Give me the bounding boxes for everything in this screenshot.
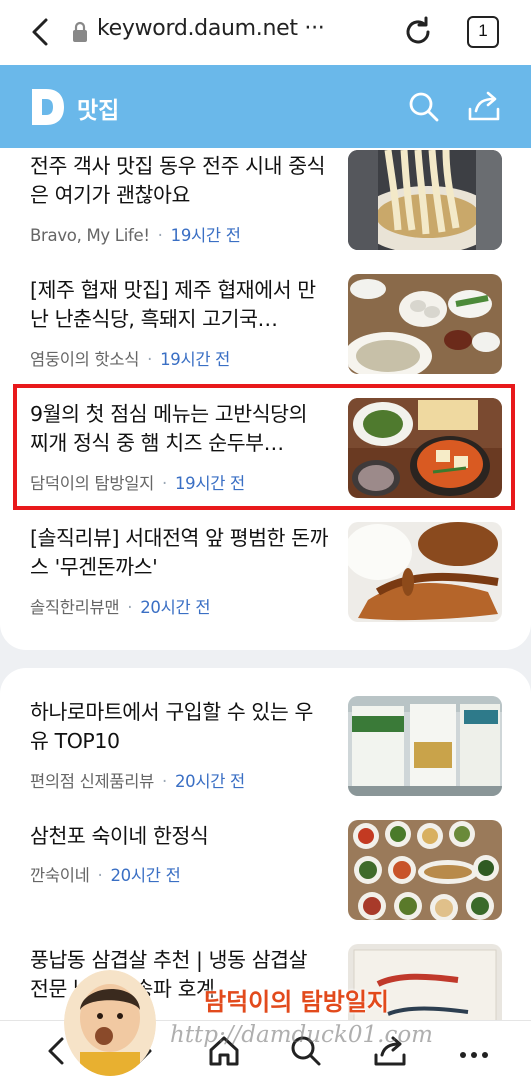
thumbnail-tonkatsu[interactable] [348,522,502,622]
article-meta: 솔직한리뷰맨 · 20시간 전 [30,594,211,618]
article-meta: 깐숙이네 · 20시간 전 [30,862,181,886]
article-time: 19시간 전 [170,226,241,245]
watermark-avatar [64,970,156,1076]
highlight-box [13,384,515,510]
article-headline[interactable]: 삼천포 숙이네 한정식 [30,822,330,851]
article-time: 20시간 전 [110,866,181,885]
more-icon[interactable] [456,1033,492,1069]
article-source: 깐숙이네 [30,866,90,885]
article-card-group: 하나로마트에서 구입할 수 있는 우유 TOP10 편의점 신제품리뷰 · 20시간… [0,668,531,1044]
list-item[interactable]: 하나로마트에서 구입할 수 있는 우유 TOP10 편의점 신제품리뷰 · 20시간… [0,696,531,822]
article-source: Bravo, My Life! [30,226,150,245]
separator-dot: · [162,772,167,791]
separator-dot: · [157,226,163,245]
article-time: 20시간 전 [174,772,245,791]
article-time: 20시간 전 [140,598,211,617]
separator-dot: · [97,866,103,885]
list-item[interactable]: [제주 협재 맛집] 제주 협재에서 만난 난춘식당, 흑돼지 고기국… 염둥이… [0,274,531,400]
article-headline[interactable]: [제주 협재 맛집] 제주 협재에서 만난 난춘식당, 흑돼지 고기국… [30,276,330,334]
article-headline[interactable]: 하나로마트에서 구입할 수 있는 우유 TOP10 [30,698,330,756]
article-time: 19시간 전 [160,350,231,369]
separator-dot: · [127,598,133,617]
article-source: 염둥이의 핫소식 [30,350,140,369]
watermark-text: 담덕이의 탐방일지 [204,988,389,1016]
article-headline[interactable]: 전주 객사 맛집 동우 전주 시내 중식은 여기가 괜찮아요 [30,152,330,210]
article-meta: 편의점 신제품리뷰 · 20시간 전 [30,768,245,792]
reload-icon[interactable] [400,14,436,50]
article-meta: 염둥이의 핫소식 · 19시간 전 [30,346,230,370]
separator-dot: · [147,350,153,369]
daum-header: 맛집 [0,65,531,148]
article-source: 솔직한리뷰맨 [30,598,120,617]
thumbnail-noodles[interactable] [348,150,502,250]
daum-logo[interactable] [30,87,66,127]
thumbnail-hanjeongsik[interactable] [348,820,502,920]
tabs-button[interactable]: 1 [467,16,499,48]
url-field[interactable]: keyword.daum.net ··· [97,16,325,41]
article-headline[interactable]: [솔직리뷰] 서대전역 앞 평범한 돈까스 '무겐돈까스' [30,524,330,582]
browser-toolbar: keyword.daum.net ··· 1 [0,0,531,65]
list-item[interactable]: 삼천포 숙이네 한정식 깐숙이네 · 20시간 전 [0,820,531,946]
page-title: 맛집 [77,98,120,124]
thumbnail-dumplings[interactable] [348,274,502,374]
article-source: 편의점 신제품리뷰 [30,772,154,791]
article-meta: Bravo, My Life! · 19시간 전 [30,222,241,246]
share-icon[interactable] [466,89,502,125]
lock-icon [73,21,87,42]
list-item[interactable]: [솔직리뷰] 서대전역 앞 평범한 돈까스 '무겐돈까스' 솔직한리뷰맨 · 20시… [0,522,531,648]
back-icon[interactable] [24,14,60,50]
search-icon[interactable] [406,89,442,125]
thumbnail-milk[interactable] [348,696,502,796]
watermark-url: http://damduck01.com [170,1022,433,1048]
list-item[interactable]: 전주 객사 맛집 동우 전주 시내 중식은 여기가 괜찮아요 Bravo, My… [0,150,531,276]
